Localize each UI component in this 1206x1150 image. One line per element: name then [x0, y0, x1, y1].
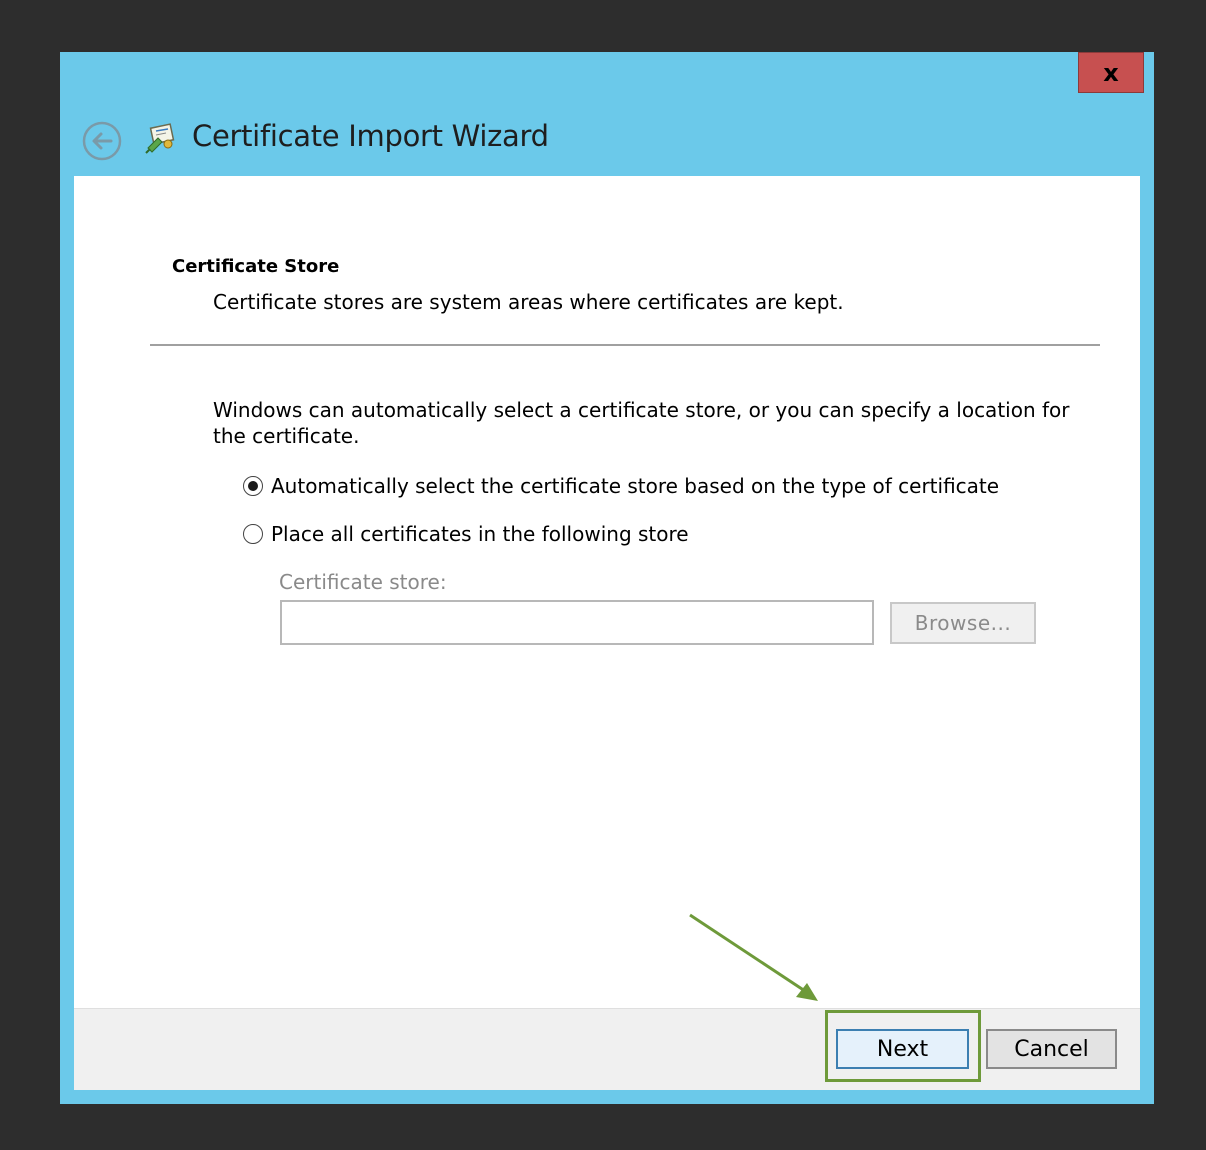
section-title: Certificate Store	[172, 256, 340, 277]
radio-option-automatic[interactable]: Automatically select the certificate sto…	[243, 474, 999, 498]
back-button[interactable]	[82, 121, 122, 161]
wizard-content: Certificate Store Certificate stores are…	[74, 176, 1140, 1090]
radio-label-manual: Place all certificates in the following …	[271, 522, 689, 546]
certificate-wizard-icon	[144, 122, 178, 156]
store-description: Windows can automatically select a certi…	[213, 398, 1070, 448]
radio-button-manual[interactable]	[243, 524, 263, 544]
annotation-arrow	[689, 913, 818, 1001]
radio-option-manual[interactable]: Place all certificates in the following …	[243, 522, 689, 546]
header-divider	[150, 344, 1100, 346]
radio-label-automatic: Automatically select the certificate sto…	[271, 474, 1000, 498]
wizard-title: Certificate Import Wizard	[192, 119, 549, 153]
radio-selected-dot	[248, 481, 258, 491]
certificate-store-label: Certificate store:	[279, 570, 447, 594]
close-icon: x	[1103, 58, 1119, 87]
wizard-window: x Certificate Import Wizard Certificate …	[60, 52, 1154, 1104]
next-button-highlight	[825, 1010, 981, 1082]
browse-button[interactable]: Browse...	[890, 602, 1036, 644]
certificate-store-input[interactable]	[280, 600, 874, 645]
back-arrow-icon	[82, 121, 122, 161]
section-subtitle: Certificate stores are system areas wher…	[213, 290, 844, 314]
cancel-button[interactable]: Cancel	[986, 1029, 1117, 1069]
close-button[interactable]: x	[1078, 52, 1144, 93]
radio-button-automatic[interactable]	[243, 476, 263, 496]
